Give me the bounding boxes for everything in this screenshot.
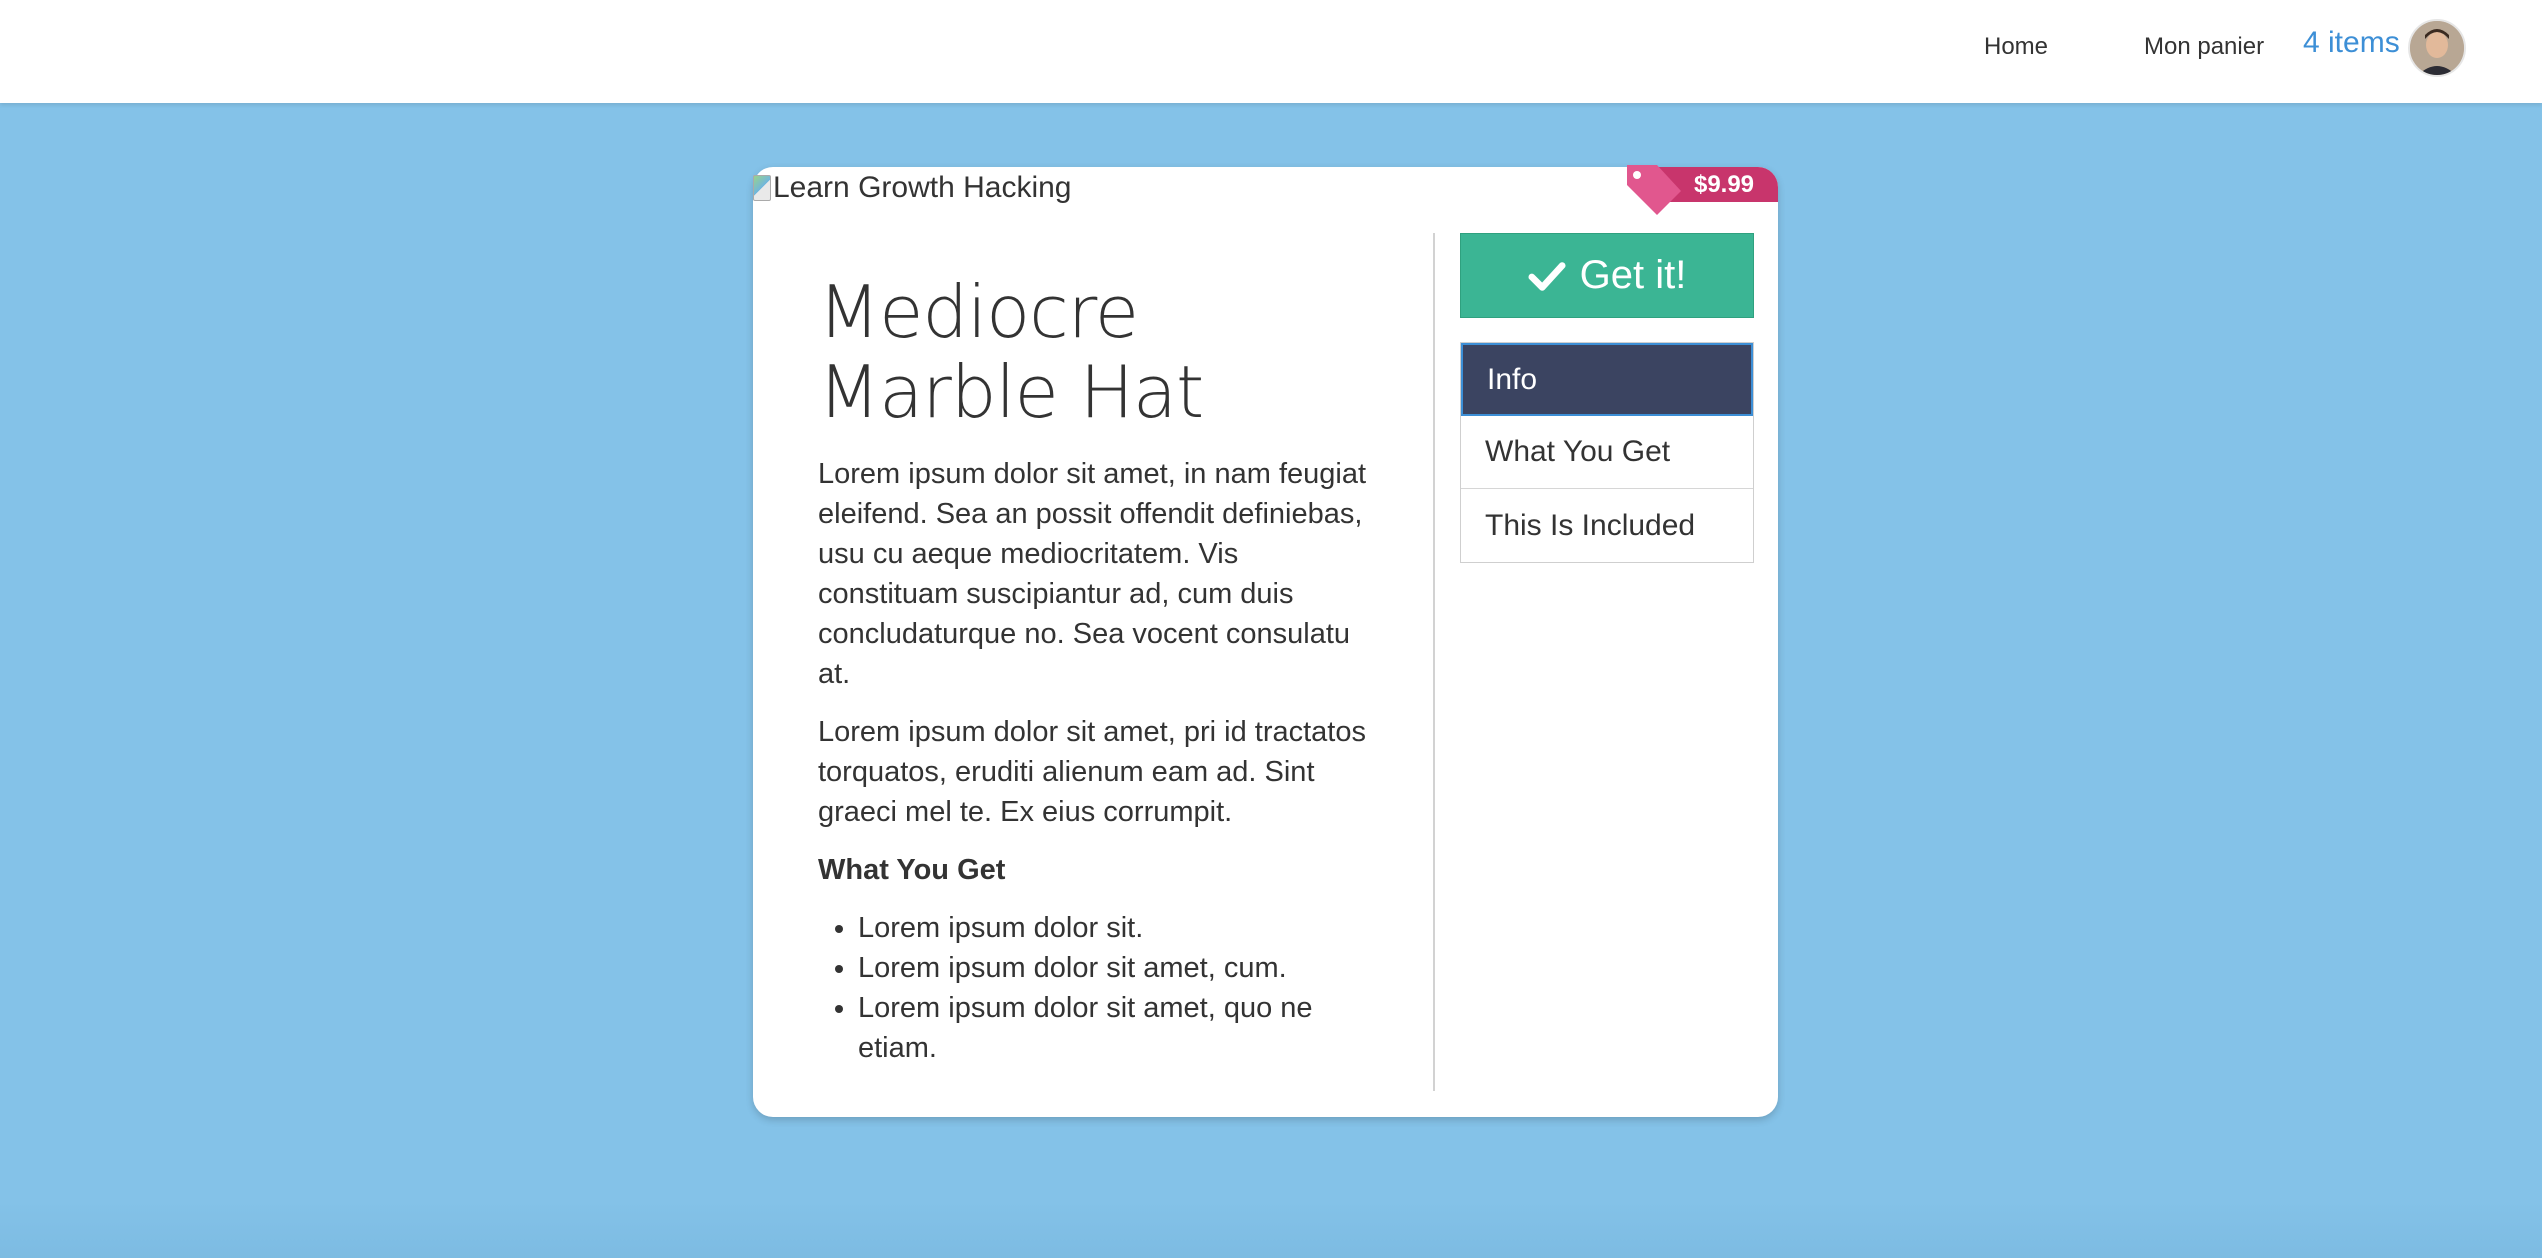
top-navbar: Home Mon panier 4 items (0, 0, 2542, 103)
what-you-get-heading: What You Get (818, 854, 1006, 886)
column-divider (1433, 233, 1435, 1091)
feature-list: Lorem ipsum dolor sit. Lorem ipsum dolor… (818, 908, 1378, 1068)
tab-info[interactable]: Info (1461, 343, 1753, 416)
avatar-image (2410, 21, 2464, 75)
get-it-label: Get it! (1579, 253, 1687, 297)
product-image-alt: Learn Growth Hacking (773, 171, 1072, 204)
avatar[interactable] (2408, 19, 2466, 77)
page-title: Mediocre Marble Hat (818, 272, 1378, 432)
description-paragraph-1: Lorem ipsum dolor sit amet, in nam feugi… (818, 458, 1367, 690)
nav-home-link[interactable]: Home (1984, 33, 2048, 61)
cart-items-count[interactable]: 4 items (2303, 26, 2400, 60)
title-line-2: Marble Hat (818, 350, 1204, 434)
list-item: Lorem ipsum dolor sit. (858, 908, 1378, 948)
check-icon (1528, 261, 1566, 291)
product-image: Learn Growth Hacking (753, 171, 1071, 205)
description-paragraph-2: Lorem ipsum dolor sit amet, pri id tract… (818, 716, 1366, 828)
price-tag-icon (1627, 165, 1681, 215)
product-card: Learn Growth Hacking $9.99 Mediocre Marb… (753, 165, 1778, 1117)
list-item: Lorem ipsum dolor sit amet, cum. (858, 948, 1378, 988)
tab-this-is-included[interactable]: This Is Included (1461, 489, 1753, 562)
product-description: Mediocre Marble Hat Lorem ipsum dolor si… (818, 272, 1378, 1068)
get-it-button[interactable]: Get it! (1460, 233, 1754, 318)
title-line-1: Mediocre (818, 270, 1139, 354)
list-item: Lorem ipsum dolor sit amet, quo ne etiam… (858, 988, 1378, 1068)
product-tabs-menu: Info What You Get This Is Included (1460, 342, 1754, 563)
tab-what-you-get[interactable]: What You Get (1461, 416, 1753, 489)
nav-cart-link[interactable]: Mon panier (2144, 33, 2264, 61)
broken-image-icon (753, 175, 771, 201)
price-value: $9.99 (1693, 170, 1755, 198)
bottom-shadow (0, 1200, 2542, 1258)
